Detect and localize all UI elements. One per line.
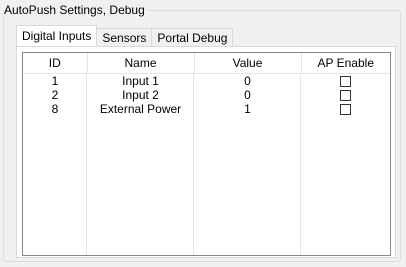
column-header-ap-enable[interactable]: AP Enable — [301, 53, 390, 74]
ap-enable-checkbox[interactable] — [340, 90, 351, 102]
cell-id: 2 — [51, 88, 59, 102]
cell-id: 8 — [51, 102, 59, 116]
cell-ap-enable — [301, 88, 390, 102]
cell-value: 0 — [244, 74, 251, 88]
cell-name: Input 1 — [122, 74, 159, 88]
digital-inputs-table: ID Name Value AP Enable 1 Input 1 0 2 In… — [23, 53, 390, 116]
cell-id: 1 — [51, 74, 59, 88]
cell-value: 1 — [244, 102, 251, 116]
ap-enable-checkbox[interactable] — [340, 104, 351, 116]
tab-digital-inputs[interactable]: Digital Inputs — [16, 25, 98, 46]
cell-name: Input 2 — [122, 88, 159, 102]
tab-strip: Digital Inputs Sensors Portal Debug — [16, 25, 234, 46]
column-divider — [193, 73, 194, 255]
table-header-row: ID Name Value AP Enable — [23, 53, 390, 74]
cell-value: 0 — [244, 88, 251, 102]
ap-enable-checkbox[interactable] — [340, 76, 351, 88]
tab-portal-debug[interactable]: Portal Debug — [151, 28, 234, 46]
digital-inputs-list[interactable]: ID Name Value AP Enable 1 Input 1 0 2 In… — [22, 52, 391, 256]
table-row[interactable]: 8 External Power 1 — [23, 102, 390, 116]
cell-ap-enable — [301, 74, 390, 89]
cell-ap-enable — [301, 102, 390, 116]
table-row[interactable]: 1 Input 1 0 — [23, 74, 390, 89]
groupbox-title: AutoPush Settings, Debug — [3, 3, 147, 17]
column-divider — [300, 73, 301, 255]
column-header-name[interactable]: Name — [87, 53, 195, 74]
table-row[interactable]: 2 Input 2 0 — [23, 88, 390, 102]
tab-sensors[interactable]: Sensors — [96, 28, 153, 46]
column-header-id[interactable]: ID — [23, 53, 88, 74]
cell-name: External Power — [99, 102, 182, 116]
digital-inputs-panel: ID Name Value AP Enable 1 Input 1 0 2 In… — [16, 46, 396, 258]
column-divider — [86, 73, 87, 255]
column-header-value[interactable]: Value — [194, 53, 302, 74]
